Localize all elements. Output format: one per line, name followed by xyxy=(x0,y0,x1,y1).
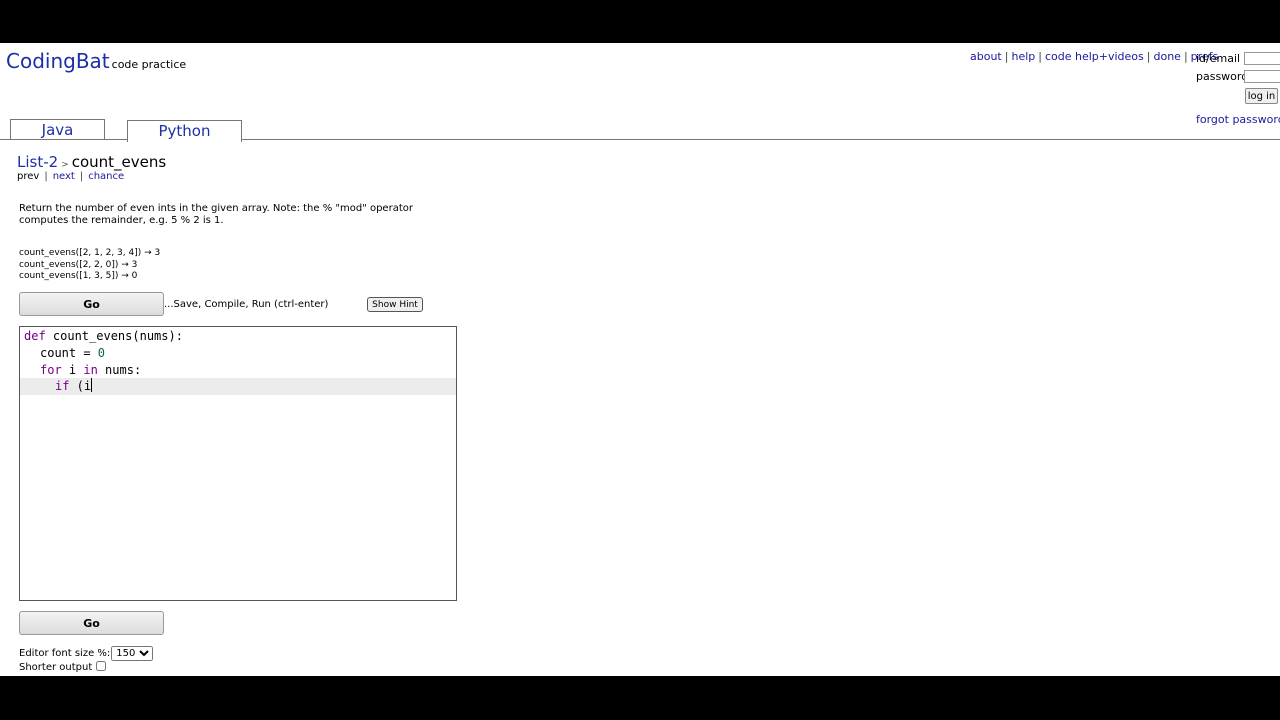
login-button[interactable]: log in xyxy=(1245,88,1278,104)
shorter-output-checkbox[interactable] xyxy=(96,661,107,671)
problem-title: count_evens xyxy=(71,153,167,171)
show-hint-button[interactable]: Show Hint xyxy=(367,297,423,312)
code-text: count = xyxy=(40,346,98,360)
problem-nav: prev | next | chance xyxy=(17,171,124,182)
code-line-active[interactable]: if (i xyxy=(20,378,456,395)
font-size-label: Editor font size %: xyxy=(19,648,111,659)
link-separator: | xyxy=(1146,50,1151,63)
link-separator: | xyxy=(1183,50,1188,63)
text-cursor xyxy=(91,378,93,392)
nav-next[interactable]: next xyxy=(53,171,75,182)
go-button[interactable]: Go xyxy=(19,292,164,316)
code-text: nums: xyxy=(97,363,142,377)
example-line: count_evens([2, 2, 0]) → 3 xyxy=(19,259,138,270)
breadcrumb: List-2 > count_evens xyxy=(17,153,166,171)
code-line[interactable]: count = 0 xyxy=(20,345,476,362)
link-separator: | xyxy=(1038,50,1042,63)
code-text: count_evens(nums): xyxy=(45,329,183,343)
shorter-output: Shorter output xyxy=(19,661,107,673)
problem-description: Return the number of even ints in the gi… xyxy=(19,203,413,226)
code-keyword: for xyxy=(40,363,62,377)
code-text: (i xyxy=(69,379,92,393)
password-label: password xyxy=(1196,70,1249,83)
examples: count_evens([2, 1, 2, 3, 4]) → 3 count_e… xyxy=(19,248,160,283)
code-editor[interactable]: def count_evens(nums): count = 0 for i i… xyxy=(19,326,457,601)
tab-java[interactable]: Java xyxy=(10,119,105,140)
nav-separator: | xyxy=(44,171,48,182)
nav-chance[interactable]: chance xyxy=(88,171,124,182)
link-done[interactable]: done xyxy=(1153,50,1180,63)
tab-python[interactable]: Python xyxy=(127,120,242,142)
code-line[interactable]: for i in nums: xyxy=(20,362,476,379)
logo-subtitle: code practice xyxy=(111,58,187,71)
link-help[interactable]: help xyxy=(1011,50,1035,63)
go-button-bottom[interactable]: Go xyxy=(19,611,164,635)
code-text: i xyxy=(61,363,84,377)
code-keyword: if xyxy=(55,379,70,393)
go-hint-text: ...Save, Compile, Run (ctrl-enter) xyxy=(164,299,329,310)
code-keyword: def xyxy=(24,329,46,343)
id-email-input[interactable] xyxy=(1244,52,1280,65)
link-about[interactable]: about xyxy=(970,50,1002,63)
breadcrumb-separator: > xyxy=(61,160,69,170)
nav-separator: | xyxy=(79,171,84,182)
logo-text[interactable]: CodingBat xyxy=(6,49,110,73)
top-links: about | help | code help+videos | done | prefs xyxy=(970,50,1218,63)
logo[interactable]: CodingBat code practice xyxy=(6,49,186,73)
forgot-password-link[interactable]: forgot password | xyxy=(1196,113,1280,126)
link-code-help-videos[interactable]: code help+videos xyxy=(1045,50,1144,63)
breadcrumb-category[interactable]: List-2 xyxy=(17,153,58,171)
font-size-select[interactable]: 150 xyxy=(111,646,154,661)
link-separator: | xyxy=(1004,50,1009,63)
page: CodingBat code practice about | help | code h… xyxy=(0,43,1280,676)
shorter-output-label: Shorter output xyxy=(19,662,93,673)
editor-font-size: Editor font size %: 150 xyxy=(19,646,154,661)
code-keyword: in xyxy=(83,363,98,377)
code-line[interactable]: def count_evens(nums): xyxy=(20,328,460,345)
id-email-label: id/email xyxy=(1196,52,1241,65)
nav-prev[interactable]: prev xyxy=(17,171,39,182)
example-line: count_evens([1, 3, 5]) → 0 xyxy=(19,271,138,281)
password-input[interactable] xyxy=(1244,70,1280,83)
example-line: count_evens([2, 1, 2, 3, 4]) → 3 xyxy=(19,248,161,258)
code-number: 0 xyxy=(97,346,106,360)
